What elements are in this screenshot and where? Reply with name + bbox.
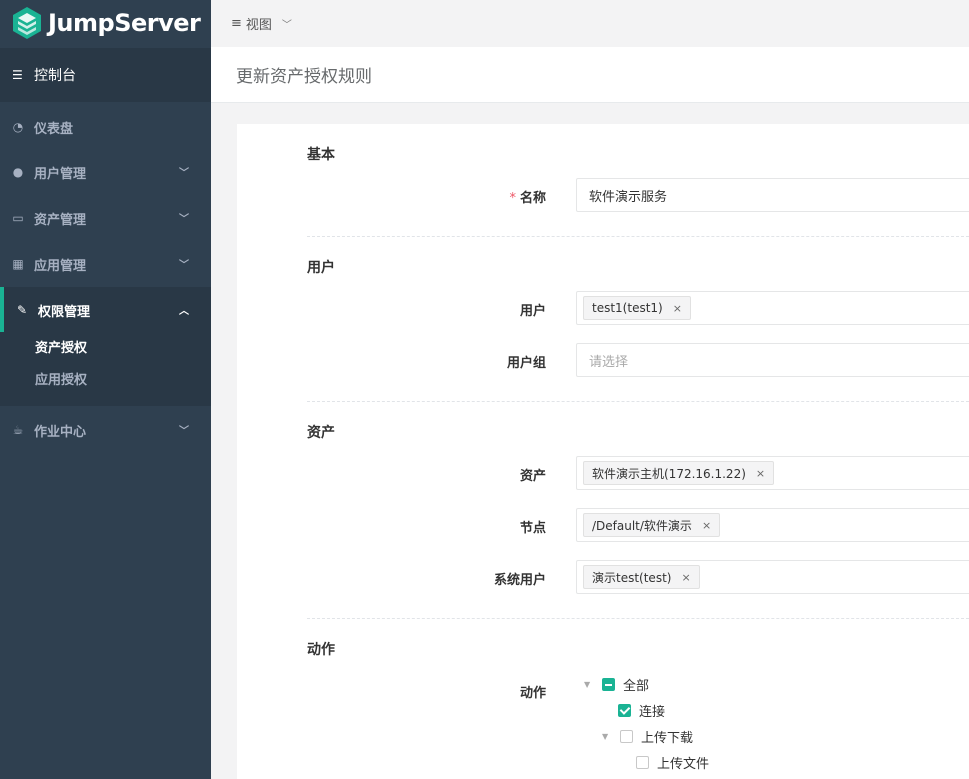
chevron-down-icon: ﹀ — [179, 426, 189, 437]
tree-node-connect[interactable]: 连接 — [618, 701, 665, 720]
sidebar: JumpServer ☰ 控制台 ◔ 仪表盘 ● 用户管理 ﹀ ▭ 资产管理 ﹀… — [0, 0, 211, 779]
sidebar-item-label: 资产管理 — [34, 212, 87, 228]
sidebar-item-label: 用户管理 — [34, 166, 87, 182]
sidebar-item-job-center[interactable]: ☕ 作业中心 ﹀ — [0, 407, 211, 453]
tree-node-upload-download[interactable]: ▼ 上传下载 — [602, 727, 693, 746]
inbox-icon: ▭ — [12, 211, 24, 225]
divider — [307, 236, 969, 237]
tree-node-upload-file[interactable]: 上传文件 — [636, 753, 709, 772]
brand-name: JumpServer — [48, 9, 201, 37]
sidebar-item-assets[interactable]: ▭ 资产管理 ﹀ — [0, 195, 211, 241]
users-label: 用户 — [519, 304, 546, 319]
tree-node-all[interactable]: ▼ 全部 — [584, 675, 649, 694]
caret-down-icon[interactable]: ▼ — [602, 732, 612, 741]
selected-tag: 软件演示主机(172.16.1.22) × — [583, 461, 775, 485]
chevron-down-icon[interactable]: ﹀ — [282, 16, 292, 31]
checkbox-unchecked[interactable] — [620, 730, 633, 743]
page-header: 更新资产授权规则 — [211, 47, 969, 103]
chevron-up-icon: ︿ — [179, 306, 189, 317]
checkbox-partial[interactable] — [602, 678, 615, 691]
sidebar-item-label: 权限管理 — [38, 304, 91, 320]
caret-down-icon[interactable]: ▼ — [584, 680, 594, 689]
remove-tag-icon[interactable]: × — [681, 571, 690, 584]
top-bar: ≡ 视图 ﹀ — [211, 0, 969, 46]
section-basic: 基本 — [307, 147, 335, 163]
user-groups-select[interactable]: 请选择 — [576, 343, 969, 377]
sidebar-subitem-app-permissions[interactable]: 应用授权 — [35, 369, 87, 388]
selected-tag: /Default/软件演示 × — [583, 513, 721, 537]
divider — [307, 618, 969, 619]
remove-tag-icon[interactable]: × — [756, 467, 765, 480]
remove-tag-icon[interactable]: × — [673, 302, 682, 315]
section-action: 动作 — [307, 642, 335, 658]
name-input[interactable]: 软件演示服务 — [576, 178, 969, 212]
selected-tag: 演示test(test) × — [583, 565, 700, 589]
action-label: 动作 — [519, 686, 546, 701]
nodes-select[interactable]: /Default/软件演示 × — [576, 508, 969, 542]
sidebar-subitem-asset-permissions[interactable]: 资产授权 — [35, 337, 87, 356]
name-value: 软件演示服务 — [589, 189, 668, 205]
sidebar-item-users[interactable]: ● 用户管理 ﹀ — [0, 149, 211, 195]
section-asset: 资产 — [307, 425, 335, 441]
edit-icon: ✎ — [16, 303, 28, 317]
checkbox-checked[interactable] — [618, 704, 631, 717]
dashboard-icon: ◔ — [12, 120, 24, 134]
nodes-label: 节点 — [519, 521, 546, 536]
selected-tag: test1(test1) × — [583, 296, 691, 320]
users-icon: ● — [12, 165, 24, 179]
sidebar-item-label: 应用管理 — [34, 258, 87, 274]
required-mark: * — [509, 191, 516, 206]
remove-tag-icon[interactable]: × — [702, 519, 711, 532]
sidebar-item-label: 作业中心 — [34, 424, 87, 440]
system-users-select[interactable]: 演示test(test) × — [576, 560, 969, 594]
checkbox-unchecked[interactable] — [636, 756, 649, 769]
system-users-label: 系统用户 — [493, 573, 546, 588]
sidebar-item-permissions[interactable]: ✎ 权限管理 ︿ — [0, 287, 211, 333]
jumpserver-logo-icon — [13, 7, 41, 39]
grid-icon: ▦ — [12, 257, 24, 271]
chevron-down-icon: ﹀ — [179, 168, 189, 179]
console-label: 控制台 — [34, 68, 76, 84]
menu-icon[interactable]: ≡ — [231, 16, 242, 31]
sidebar-item-dashboard[interactable]: ◔ 仪表盘 — [0, 104, 211, 150]
user-groups-label: 用户组 — [506, 356, 546, 371]
chevron-down-icon: ﹀ — [179, 260, 189, 271]
sidebar-item-applications[interactable]: ▦ 应用管理 ﹀ — [0, 241, 211, 287]
page-title: 更新资产授权规则 — [236, 67, 372, 87]
chevron-down-icon: ﹀ — [179, 214, 189, 225]
assets-label: 资产 — [519, 469, 546, 484]
assets-select[interactable]: 软件演示主机(172.16.1.22) × — [576, 456, 969, 490]
sidebar-console[interactable]: ☰ 控制台 — [0, 48, 211, 102]
divider — [307, 401, 969, 402]
users-select[interactable]: test1(test1) × — [576, 291, 969, 325]
brand-logo[interactable]: JumpServer — [0, 0, 211, 46]
sidebar-item-label: 仪表盘 — [34, 121, 74, 137]
view-menu[interactable]: 视图 — [246, 14, 272, 33]
section-user: 用户 — [307, 260, 335, 276]
sidebar-submenu: 资产授权 应用授权 — [0, 332, 211, 406]
name-label: * 名称 — [509, 191, 546, 206]
sliders-icon: ☰ — [12, 68, 23, 82]
user-groups-placeholder: 请选择 — [589, 354, 629, 370]
coffee-icon: ☕ — [12, 423, 24, 437]
